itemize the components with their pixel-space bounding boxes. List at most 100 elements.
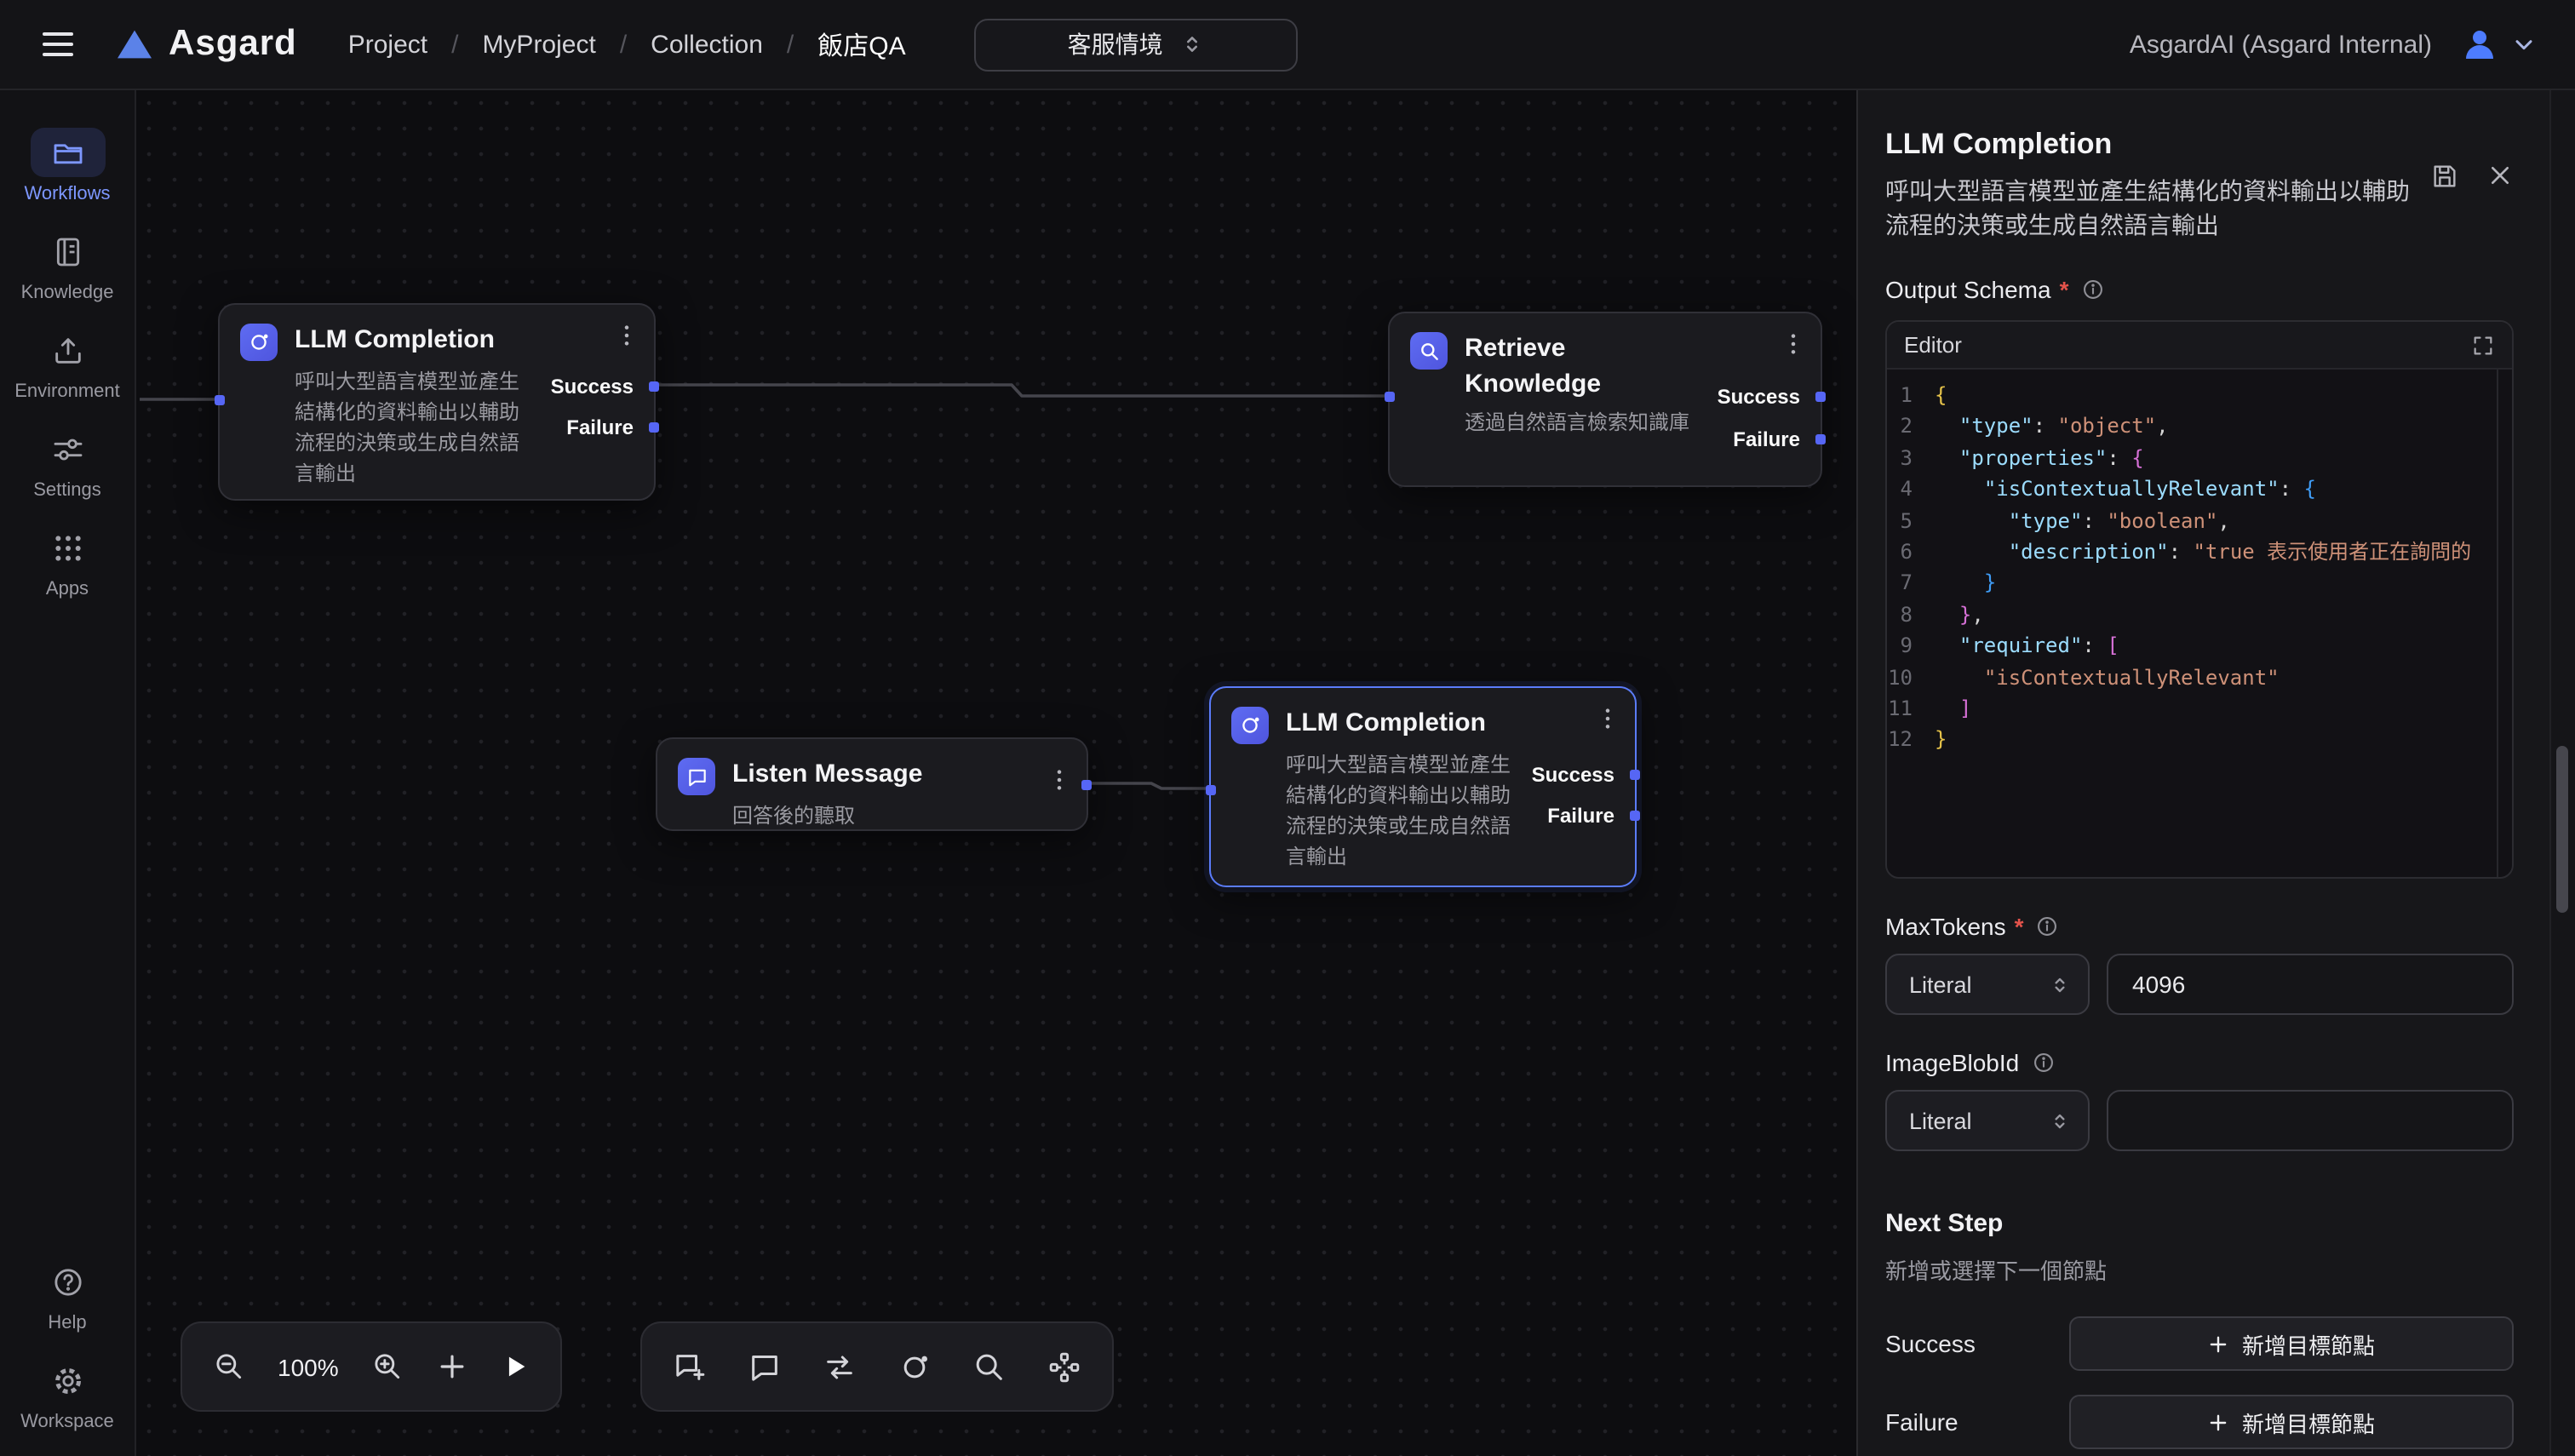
image-blob-id-label-row: ImageBlobId — [1885, 1049, 2514, 1076]
llm-node-button[interactable] — [898, 1350, 932, 1384]
output-port-success[interactable] — [1815, 392, 1826, 402]
updown-chevrons-icon — [2049, 973, 2071, 995]
app-root: Asgard Project/MyProject/Collection/飯店QA… — [0, 0, 2575, 1456]
help-icon — [30, 1257, 105, 1306]
info-icon[interactable] — [2080, 278, 2104, 301]
brand-name: Asgard — [169, 24, 297, 65]
sidebar-item-label: Knowledge — [21, 283, 114, 303]
code-line: 8 }, — [1887, 599, 2512, 630]
close-icon[interactable] — [2486, 162, 2514, 189]
node-menu-button[interactable] — [1594, 705, 1621, 732]
input-port[interactable] — [1385, 392, 1395, 402]
next-step-failure-label: Failure — [1885, 1408, 2069, 1436]
input-port[interactable] — [1206, 785, 1216, 795]
message-plus-icon — [673, 1350, 707, 1384]
output-success-label: Success — [1718, 385, 1800, 409]
brand[interactable]: Asgard — [116, 24, 297, 65]
breadcrumb-item[interactable]: Collection — [651, 30, 763, 59]
sidebar-item-apps[interactable]: Apps — [6, 523, 129, 599]
account-label: AsgardAI (Asgard Internal) — [2130, 30, 2432, 59]
updown-chevrons-icon — [2049, 1109, 2071, 1132]
panel-scrollbar-track[interactable] — [2549, 90, 2575, 1456]
breadcrumb-item[interactable]: MyProject — [482, 30, 595, 59]
swap-arrows-icon — [823, 1350, 857, 1384]
hamburger-menu-button[interactable] — [37, 24, 78, 65]
zoom-in-button[interactable] — [371, 1350, 404, 1383]
output-port-failure[interactable] — [649, 422, 659, 433]
scenario-selector[interactable]: 客服情境 — [974, 18, 1298, 71]
knowledge-book-icon — [30, 226, 105, 276]
required-marker: * — [2060, 276, 2069, 303]
node-menu-button[interactable] — [613, 322, 640, 349]
max-tokens-input[interactable]: 4096 — [2107, 954, 2514, 1015]
sidebar-item-workflows[interactable]: Workflows — [6, 128, 129, 204]
image-blob-id-type-select[interactable]: Literal — [1885, 1090, 2090, 1151]
listen-message-node-button[interactable] — [748, 1350, 782, 1384]
zoom-out-button[interactable] — [213, 1350, 245, 1383]
edge-listen-to-llm2 — [1092, 783, 1206, 788]
code-line: 6 "description": "true 表示使用者正在詢問的 — [1887, 536, 2512, 568]
code-line: 3 "properties": { — [1887, 443, 2512, 474]
sidebar-item-label: Environment — [14, 381, 120, 402]
required-marker: * — [2015, 913, 2024, 940]
retrieve-knowledge-node-button[interactable] — [972, 1350, 1006, 1384]
info-icon[interactable] — [2036, 914, 2060, 938]
account-chevron-down-icon[interactable] — [2510, 31, 2538, 58]
run-workflow-button[interactable] — [501, 1352, 530, 1381]
node-description: 呼叫大型語言模型並產生結構化的資料輸出以輔助流程的決策或生成自然語言輸出 — [1286, 749, 1514, 872]
node-llm-completion-2[interactable]: LLM Completion 呼叫大型語言模型並產生結構化的資料輸出以輔助流程的… — [1209, 686, 1637, 887]
breadcrumb-item[interactable]: 飯店QA — [817, 26, 905, 62]
sidebar-item-help[interactable]: Help — [6, 1257, 129, 1333]
user-avatar-icon[interactable] — [2459, 24, 2500, 65]
input-port[interactable] — [215, 395, 225, 405]
node-listen-message[interactable]: Listen Message 回答後的聽取 — [656, 737, 1088, 831]
add-target-node-success-button[interactable]: 新增目標節點 — [2069, 1316, 2514, 1371]
sidebar-item-environment[interactable]: Environment — [6, 325, 129, 402]
save-icon[interactable] — [2430, 162, 2459, 191]
subflow-node-button[interactable] — [1047, 1350, 1081, 1384]
schema-editor[interactable]: Editor 1{2 "type": "object",3 "propertie… — [1885, 320, 2514, 879]
node-retrieve-knowledge[interactable]: Retrieve Knowledge 透過自然語言檢索知識庫 Success F… — [1388, 312, 1822, 487]
sidebar-item-label: Workflows — [24, 184, 110, 204]
add-button[interactable] — [436, 1350, 468, 1383]
node-description: 透過自然語言檢索知識庫 — [1465, 407, 1693, 438]
code-line: 12} — [1887, 725, 2512, 756]
sidebar-item-knowledge[interactable]: Knowledge — [6, 226, 129, 303]
node-llm-completion-1[interactable]: LLM Completion 呼叫大型語言模型並產生結構化的資料輸出以輔助流程的… — [218, 303, 656, 501]
code-line: 10 "isContextuallyRelevant" — [1887, 662, 2512, 693]
zoom-in-icon — [371, 1350, 404, 1383]
image-blob-id-input[interactable] — [2107, 1090, 2514, 1151]
info-icon[interactable] — [2031, 1051, 2055, 1075]
output-port[interactable] — [1081, 780, 1092, 790]
zoom-out-icon — [213, 1350, 245, 1383]
output-port-failure[interactable] — [1815, 434, 1826, 444]
sidebar: Workflows Knowledge Environment Settings… — [0, 90, 136, 1456]
sidebar-item-workspace[interactable]: Workspace — [6, 1356, 129, 1432]
node-menu-button[interactable] — [1046, 766, 1073, 794]
output-port-success[interactable] — [1630, 770, 1640, 780]
output-port-success[interactable] — [649, 381, 659, 392]
settings-sliders-icon — [30, 424, 105, 473]
sidebar-item-label: Help — [48, 1313, 86, 1333]
sidebar-item-settings[interactable]: Settings — [6, 424, 129, 501]
add-message-node-button[interactable] — [673, 1350, 707, 1384]
editor-header: Editor — [1887, 322, 2512, 370]
output-port-failure[interactable] — [1630, 811, 1640, 821]
node-menu-button[interactable] — [1780, 330, 1807, 358]
llm-icon — [898, 1350, 932, 1384]
branch-node-button[interactable] — [823, 1350, 857, 1384]
node-palette-toolbar — [640, 1321, 1114, 1412]
output-failure-label: Failure — [566, 416, 634, 439]
max-tokens-type-select[interactable]: Literal — [1885, 954, 2090, 1015]
inspector-panel: LLM Completion 呼叫大型語言模型並產生結構化的資料輸出以輔助流程的… — [1856, 90, 2575, 1456]
editor-code[interactable]: 1{2 "type": "object",3 "properties": {4 … — [1887, 370, 2512, 755]
output-schema-label: Output Schema — [1885, 276, 2051, 303]
panel-scrollbar-thumb[interactable] — [2556, 746, 2568, 913]
add-target-node-failure-button[interactable]: 新增目標節點 — [2069, 1395, 2514, 1449]
plus-icon — [2208, 1411, 2230, 1433]
breadcrumb-item[interactable]: Project — [348, 30, 427, 59]
workflows-folder-icon — [30, 128, 105, 177]
code-line: 9 "required": [ — [1887, 630, 2512, 662]
editor-scrollbar[interactable] — [2497, 370, 2498, 877]
expand-icon[interactable] — [2471, 333, 2495, 357]
